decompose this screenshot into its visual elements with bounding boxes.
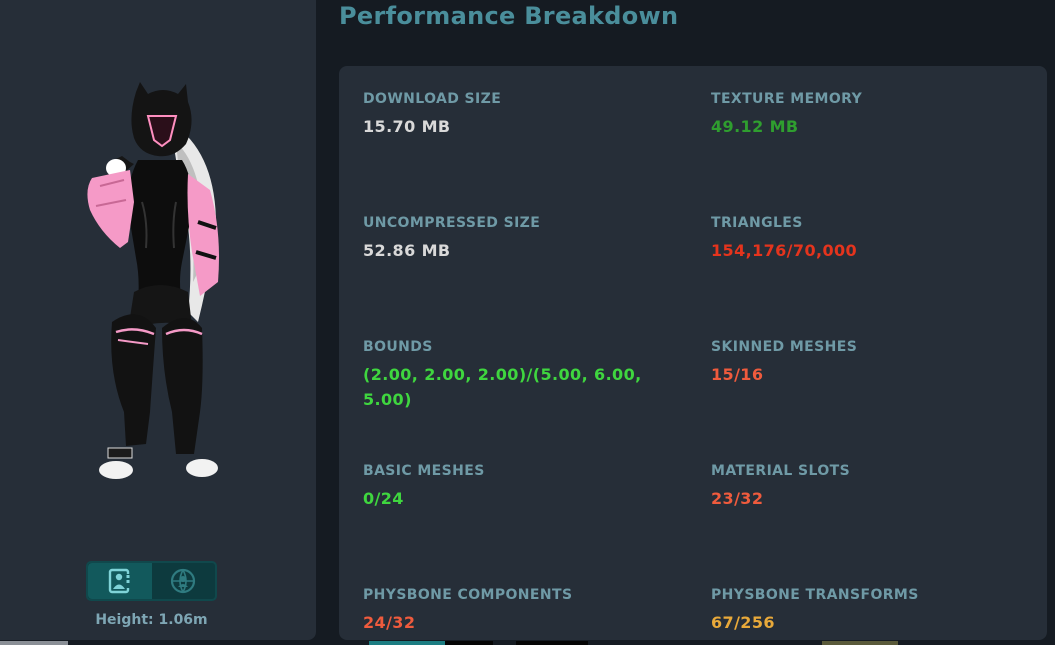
- stat-value: 52.86 MB: [363, 241, 451, 260]
- stat-label: SKINNED MESHES: [711, 339, 858, 355]
- avatar-info-toggle-button[interactable]: [88, 563, 152, 599]
- stat-value: 15/16: [711, 365, 764, 384]
- stat-value: 23/32: [711, 489, 764, 508]
- stat-download-size: DOWNLOAD SIZE 15.70 MB: [363, 91, 663, 139]
- preview-mode-toggle: [86, 561, 217, 601]
- stat-label: DOWNLOAD SIZE: [363, 91, 502, 107]
- bottom-tab-strip: [0, 641, 68, 645]
- stat-value: 15.70 MB: [363, 117, 451, 136]
- stat-bounds: BOUNDS (2.00, 2.00, 2.00)/(5.00, 6.00, 5…: [363, 339, 663, 412]
- stat-triangles: TRIANGLES 154,176/70,000: [711, 215, 1011, 263]
- stat-basic-meshes: BASIC MESHES 0/24: [363, 463, 663, 511]
- stat-uncompressed-size: UNCOMPRESSED SIZE 52.86 MB: [363, 215, 663, 263]
- stat-physbone-components: PHYSBONE COMPONENTS 24/32: [363, 587, 663, 635]
- stat-label: TEXTURE MEMORY: [711, 91, 863, 107]
- bottom-tab-strip: [822, 641, 898, 645]
- bottom-tab-strip: [445, 641, 493, 645]
- stat-label: PHYSBONE TRANSFORMS: [711, 587, 919, 603]
- stat-value: (2.00, 2.00, 2.00)/(5.00, 6.00, 5.00): [363, 365, 642, 409]
- avatar-preview-image[interactable]: [78, 82, 228, 487]
- stat-skinned-meshes: SKINNED MESHES 15/16: [711, 339, 1011, 387]
- avatar-height-label: Height: 1.06m: [95, 612, 208, 628]
- performance-breakdown-panel: DOWNLOAD SIZE 15.70 MB TEXTURE MEMORY 49…: [339, 66, 1047, 640]
- stat-value: 49.12 MB: [711, 117, 799, 136]
- stat-material-slots: MATERIAL SLOTS 23/32: [711, 463, 1011, 511]
- page-title: Performance Breakdown: [339, 2, 679, 30]
- avatar-preview-panel: Height: 1.06m: [0, 0, 316, 640]
- stat-label: UNCOMPRESSED SIZE: [363, 215, 541, 231]
- stat-value: 154,176/70,000: [711, 241, 858, 260]
- bottom-tab-strip: [516, 641, 588, 645]
- stat-label: BASIC MESHES: [363, 463, 485, 479]
- stat-value: 67/256: [711, 613, 775, 632]
- avatar-globe-icon: [171, 568, 196, 594]
- stat-physbone-transforms: PHYSBONE TRANSFORMS 67/256: [711, 587, 1011, 635]
- bottom-tab-strip: [369, 641, 445, 645]
- stat-label: BOUNDS: [363, 339, 433, 355]
- stat-value: 0/24: [363, 489, 404, 508]
- stat-label: TRIANGLES: [711, 215, 803, 231]
- stat-value: 24/32: [363, 613, 416, 632]
- stat-label: MATERIAL SLOTS: [711, 463, 851, 479]
- avatar-globe-toggle-button[interactable]: [152, 563, 216, 599]
- stat-label: PHYSBONE COMPONENTS: [363, 587, 573, 603]
- avatar-info-icon: [108, 568, 130, 594]
- stat-texture-memory: TEXTURE MEMORY 49.12 MB: [711, 91, 1011, 139]
